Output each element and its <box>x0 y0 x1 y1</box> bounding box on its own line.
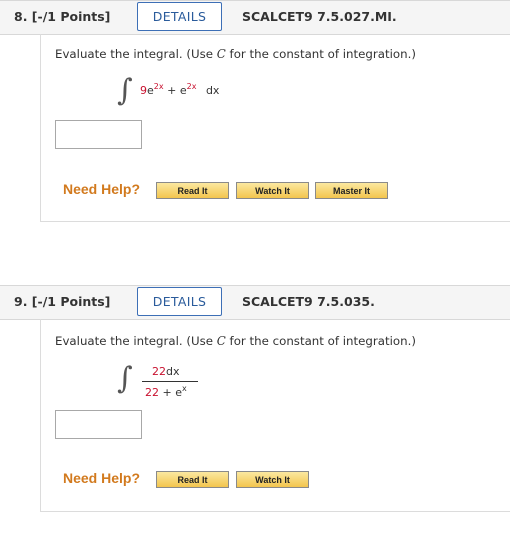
question-8-answer-input[interactable] <box>55 120 142 149</box>
question-8-points: 8. [-/1 Points] <box>14 9 111 24</box>
question-9-watch-it-button[interactable]: Watch It <box>236 471 309 488</box>
question-9-numerator: 22dx <box>152 365 180 378</box>
question-9-details-button[interactable]: DETAILS <box>137 287 222 316</box>
question-9-read-it-button[interactable]: Read It <box>156 471 229 488</box>
question-8-header: 8. [-/1 Points] DETAILS SCALCET9 7.5.027… <box>0 0 510 35</box>
question-8-body: Evaluate the integral. (Use C for the co… <box>40 34 510 222</box>
question-8-read-it-button[interactable]: Read It <box>156 182 229 199</box>
question-8-expression: 9e2x + e2x dx <box>140 82 220 97</box>
question-8-code: SCALCET9 7.5.027.MI. <box>242 9 397 24</box>
question-9-need-help: Need Help? <box>63 470 141 486</box>
question-8-prompt: Evaluate the integral. (Use C for the co… <box>55 47 416 61</box>
integral-sign: ∫ <box>117 361 133 396</box>
question-9-answer-input[interactable] <box>55 410 142 439</box>
question-8-details-button[interactable]: DETAILS <box>137 2 222 31</box>
question-9-code: SCALCET9 7.5.035. <box>242 294 375 309</box>
question-9-body: Evaluate the integral. (Use C for the co… <box>40 319 510 512</box>
question-8-master-it-button[interactable]: Master It <box>315 182 388 199</box>
integral-sign: ∫ <box>117 73 133 108</box>
fraction-bar <box>142 381 198 382</box>
question-9-header: 9. [-/1 Points] DETAILS SCALCET9 7.5.035… <box>0 285 510 320</box>
question-9-prompt: Evaluate the integral. (Use C for the co… <box>55 334 416 348</box>
question-8-need-help: Need Help? <box>63 181 141 197</box>
question-8-watch-it-button[interactable]: Watch It <box>236 182 309 199</box>
question-9-points: 9. [-/1 Points] <box>14 294 111 309</box>
question-9-denominator: 22 + ex <box>145 384 187 399</box>
